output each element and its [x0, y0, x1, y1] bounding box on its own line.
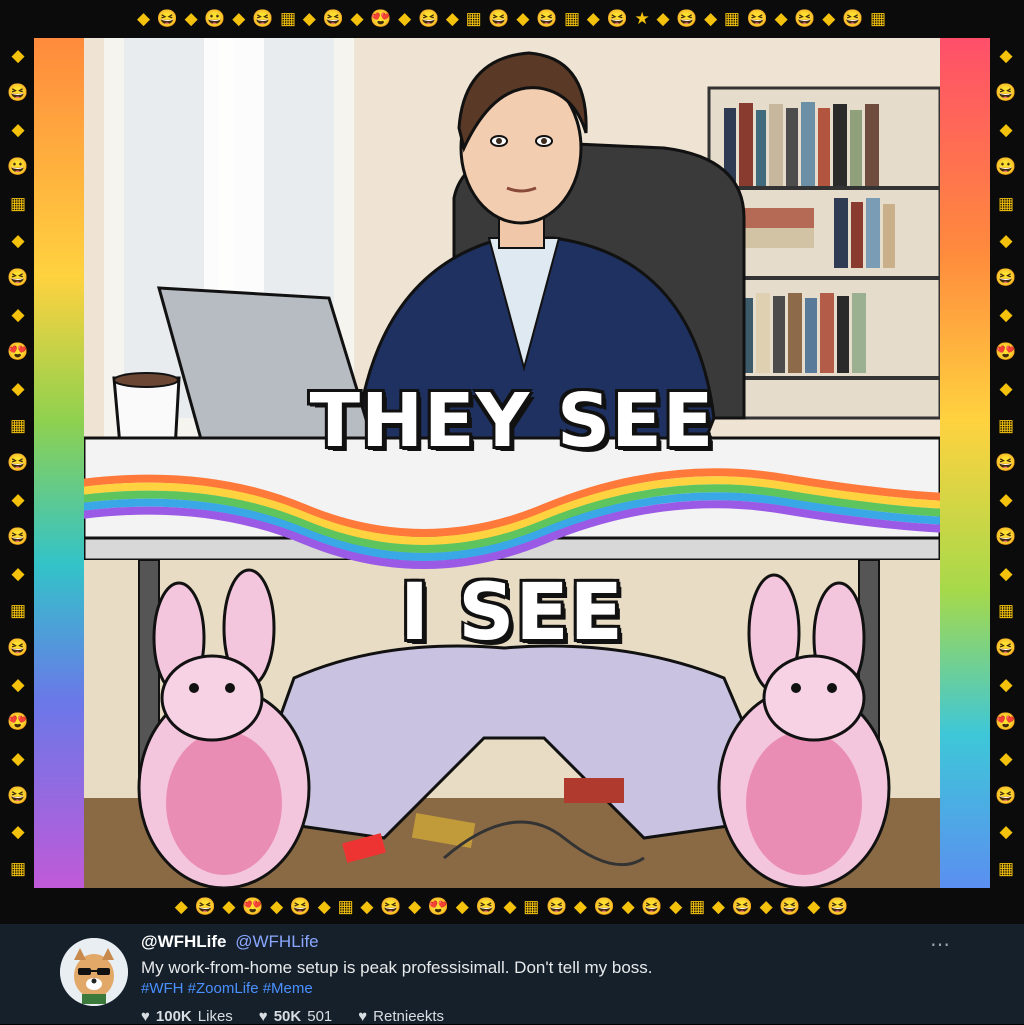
- rainbow-border-right: [940, 38, 990, 888]
- display-name[interactable]: @WFHLife: [141, 932, 227, 951]
- heart-icon: ♥: [358, 1008, 368, 1025]
- handle[interactable]: @WFHLife: [235, 932, 318, 951]
- emoji-border-glyph: ◆: [999, 748, 1013, 768]
- second-label: 501: [307, 1008, 333, 1025]
- emoji-border-glyph: 😆: [7, 785, 29, 805]
- second-action[interactable]: ♥ 50K 501: [259, 1008, 332, 1025]
- emoji-border-glyph: ◆: [11, 379, 25, 399]
- avatar[interactable]: [60, 938, 128, 1006]
- tweet-text: My work-from-home setup is peak professi…: [141, 958, 653, 977]
- emoji-border-glyph: 😆: [7, 637, 29, 657]
- tweet-actions: ♥ 100K Likes ♥ 50K 501 ♥ Retnieekts: [141, 1008, 444, 1025]
- bottom-caption: I SEE: [400, 568, 624, 658]
- emoji-border-left: ◆ 😆 ◆ 😀 ▦ ◆ 😆 ◆ 😍 ◆ ▦ 😆 ◆ 😆 ◆ ▦ 😆 ◆ 😍 ◆ 😆 ◆ ▦: [2, 38, 34, 888]
- emoji-border-glyph: ▦: [9, 194, 27, 214]
- emoji-border-glyph: ▦: [9, 416, 27, 435]
- emoji-border-bottom: ◆ 😆 ◆ 😍 ◆ 😆 ◆ ▦ ◆ 😆 ◆ 😍 ◆ 😆 ◆ ▦ 😆 ◆ 😆 ◆ …: [174, 897, 850, 916]
- emoji-border-glyph: ◆: [11, 822, 25, 842]
- emoji-border-glyph: 😆: [995, 268, 1017, 288]
- emoji-border-glyph: ◆: [999, 46, 1013, 66]
- emoji-border-glyph: 😍: [995, 711, 1017, 731]
- more-options-icon[interactable]: ⋯: [930, 932, 951, 957]
- emoji-border-glyph: ◆: [11, 231, 25, 251]
- emoji-border-glyph: 😆: [995, 637, 1017, 657]
- emoji-border-glyph: ◆: [11, 489, 25, 509]
- emoji-border-glyph: ◆: [999, 489, 1013, 509]
- tweet-hashtags[interactable]: #WFH #ZoomLife #Meme: [141, 980, 313, 997]
- emoji-border-glyph: ◆: [11, 748, 25, 768]
- rainbow-border-left: [34, 38, 84, 888]
- emoji-border-glyph: 😀: [7, 157, 29, 177]
- likes-label: Likes: [197, 1008, 233, 1025]
- emoji-border-glyph: ◆: [11, 120, 25, 140]
- emoji-border-glyph: ▦: [9, 600, 27, 620]
- top-caption: THEY SEE: [309, 378, 715, 464]
- retweets-label: Retnieekts: [373, 1008, 445, 1025]
- likes-count: 100K: [155, 1008, 192, 1025]
- emoji-border-glyph: 😍: [7, 711, 29, 731]
- emoji-border-glyph: ◆: [11, 46, 25, 66]
- emoji-border-glyph: ◆: [999, 822, 1013, 842]
- meme-image: THEY SEE I SEE: [84, 38, 940, 888]
- heart-icon: ♥: [258, 1008, 268, 1025]
- emoji-border-glyph: 😆: [995, 452, 1017, 472]
- tweet-card: @WFHLife @WFHLife ⋯ My work-from-home se…: [0, 924, 1024, 1025]
- emoji-border-glyph: ▦: [997, 194, 1015, 214]
- retweets-action[interactable]: ♥ Retnieekts: [358, 1008, 444, 1025]
- emoji-border-glyph: ◆: [11, 674, 25, 694]
- emoji-border-glyph: 😀: [995, 157, 1017, 177]
- heart-icon: ♥: [141, 1008, 150, 1025]
- likes-action[interactable]: ♥ 100K Likes: [141, 1008, 233, 1025]
- emoji-border-right: ◆ 😆 ◆ 😀 ▦ ◆ 😆 ◆ 😍 ◆ ▦ 😆 ◆ 😆 ◆ ▦ 😆 ◆ 😍 ◆ 😆 ◆ ▦: [990, 38, 1022, 888]
- emoji-border-glyph: 😆: [995, 83, 1017, 103]
- emoji-border-glyph: 😆: [995, 785, 1017, 805]
- emoji-border-glyph: ▦: [997, 416, 1015, 435]
- emoji-border-glyph: ◆: [999, 120, 1013, 140]
- emoji-border-glyph: 😍: [995, 342, 1017, 362]
- emoji-border-glyph: 😆: [995, 526, 1017, 546]
- tweet-author: @WFHLife @WFHLife: [141, 932, 319, 952]
- emoji-border-glyph: 😆: [7, 268, 29, 288]
- meme-frame: ◆ 😆 ◆ 😀 ◆ 😆 ▦ ◆ 😆 ◆ 😍 ◆ 😆 ◆ ▦ 😆 ◆ 😆 ▦ ◆ …: [0, 0, 1024, 924]
- emoji-border-glyph: ▦: [997, 600, 1015, 620]
- emoji-border-glyph: ◆: [999, 379, 1013, 399]
- emoji-border-glyph: ▦: [9, 859, 27, 879]
- emoji-border-glyph: 😍: [7, 342, 29, 362]
- emoji-border-glyph: ◆: [999, 563, 1013, 583]
- dog-sunglasses-icon: [60, 938, 128, 1006]
- emoji-border-glyph: 😆: [7, 83, 29, 103]
- second-count: 50K: [273, 1008, 302, 1025]
- emoji-border-glyph: ▦: [997, 859, 1015, 879]
- emoji-border-top: ◆ 😆 ◆ 😀 ◆ 😆 ▦ ◆ 😆 ◆ 😍 ◆ 😆 ◆ ▦ 😆 ◆ 😆 ▦ ◆ …: [136, 9, 888, 28]
- emoji-border-glyph: 😆: [7, 526, 29, 546]
- emoji-border-glyph: ◆: [999, 231, 1013, 251]
- emoji-border-glyph: ◆: [11, 563, 25, 583]
- emoji-border-glyph: 😆: [7, 452, 29, 472]
- emoji-border-glyph: ◆: [999, 305, 1013, 325]
- emoji-border-glyph: ◆: [999, 674, 1013, 694]
- emoji-border-glyph: ◆: [11, 305, 25, 325]
